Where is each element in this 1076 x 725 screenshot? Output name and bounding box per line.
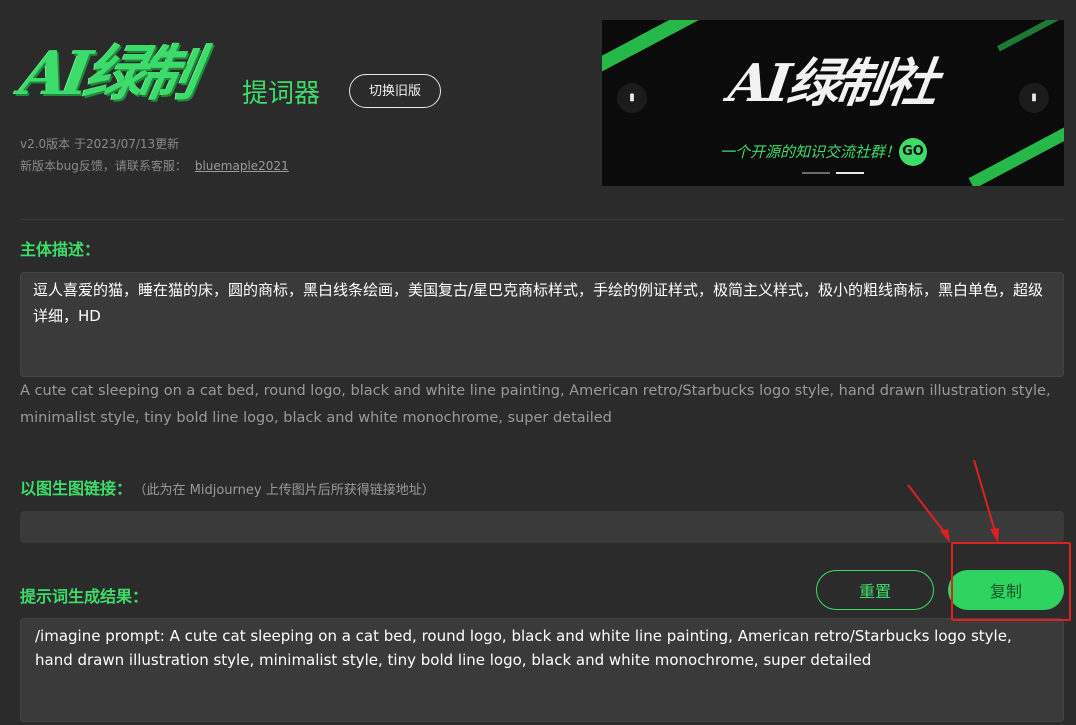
result-title: 提示词生成结果： [20,587,149,606]
carousel-next-button[interactable]: ▮ [1019,83,1049,113]
subject-translation: A cute cat sleeping on a cat bed, round … [20,383,1051,426]
logo-subtitle: 提词器 [242,79,321,109]
banner-go-badge: GO [899,138,927,166]
logo: AI绿制 [15,39,199,109]
carousel-indicator-2[interactable] [836,172,864,174]
header-divider [20,219,1064,220]
image-link-label: 以图生图链接： [20,479,133,498]
banner-carousel[interactable]: AI绿制社 一个开源的知识交流社群！ GO [602,20,1064,186]
feedback-contact-link[interactable]: bluemaple2021 [195,159,289,173]
annotation-arrows [907,459,999,543]
banner-title: AI绿制社 [724,53,940,114]
result-output[interactable]: /imagine prompt: A cute cat sleeping on … [20,618,1064,722]
banner-slogan: 一个开源的知识交流社群！ [720,143,901,161]
switch-old-version-button[interactable]: 切换旧版 [349,74,441,108]
subject-title: 主体描述： [20,240,101,259]
carousel-indicator-1[interactable] [802,172,830,174]
carousel-prev-button[interactable]: ▮ [617,83,647,113]
copy-button[interactable]: 复制 [948,570,1064,610]
feedback-info: 新版本bug反馈，请联系客服： bluemaple2021 [20,157,289,175]
page: AI绿制 提词器 切换旧版 v2.0版本 于2023/07/13更新 新版本bu… [0,0,1076,725]
chevron-right-icon: ▮ [1031,92,1037,103]
chevron-left-icon: ▮ [629,92,635,103]
version-info: v2.0版本 于2023/07/13更新 [20,137,180,151]
reset-button[interactable]: 重置 [816,570,934,610]
subject-input[interactable]: 逗人喜爱的猫，睡在猫的床，圆的商标，黑白线条绘画，美国复古/星巴克商标样式，手绘… [20,272,1064,377]
feedback-text: 新版本bug反馈，请联系客服： [20,159,187,173]
image-link-title: 以图生图链接： （此为在 Midjourney 上传图片后所获得链接地址） [20,478,435,502]
image-link-hint: （此为在 Midjourney 上传图片后所获得链接地址） [140,483,435,498]
banner-stripe [997,20,1064,52]
banner-stripe [968,103,1064,186]
